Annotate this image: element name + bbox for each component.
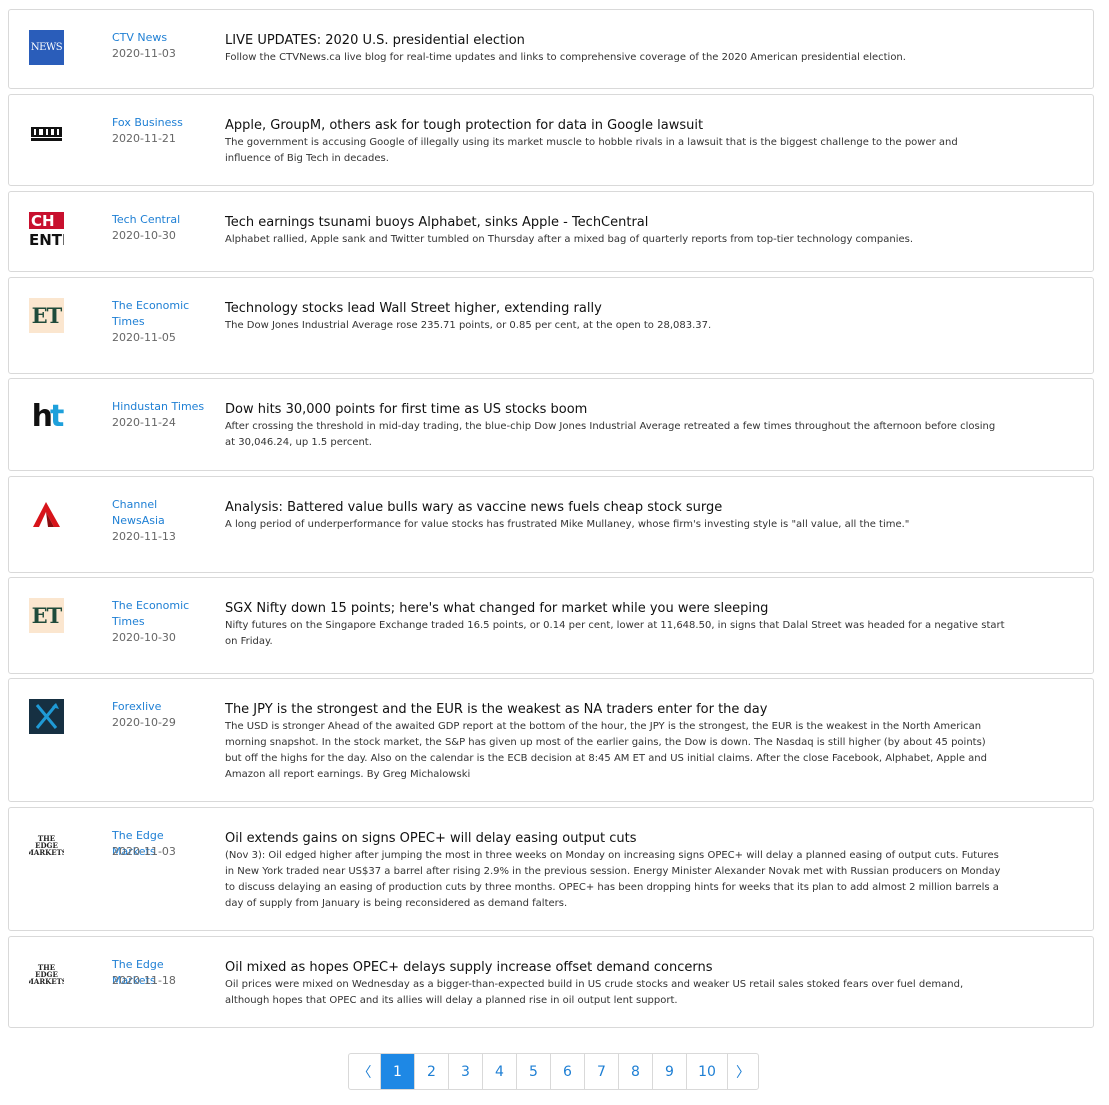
page-button-3[interactable]: 3 [448, 1054, 482, 1089]
news-description: Nifty futures on the Singapore Exchange … [225, 620, 1005, 647]
news-title-link[interactable]: Technology stocks lead Wall Street highe… [225, 300, 1005, 318]
news-description: A long period of underperformance for va… [225, 519, 910, 530]
page-button-1[interactable]: 1 [380, 1054, 414, 1089]
page-button-2[interactable]: 2 [414, 1054, 448, 1089]
page-button-5[interactable]: 5 [516, 1054, 550, 1089]
news-title-link[interactable]: Tech earnings tsunami buoys Alphabet, si… [225, 214, 1005, 232]
page-button-9[interactable]: 9 [652, 1054, 686, 1089]
news-description: (Nov 3): Oil edged higher after jumping … [225, 850, 1001, 909]
news-date: 2020-11-21 [112, 132, 176, 145]
news-title-link[interactable]: LIVE UPDATES: 2020 U.S. presidential ele… [225, 32, 1005, 50]
news-date: 2020-11-03 [112, 845, 176, 858]
news-description: The government is accusing Google of ill… [225, 137, 958, 164]
economic-times-logo-icon: ET [29, 598, 64, 633]
news-title-link[interactable]: Oil extends gains on signs OPEC+ will de… [225, 830, 1005, 848]
page-button-4[interactable]: 4 [482, 1054, 516, 1089]
news-date: 2020-11-03 [112, 47, 176, 60]
news-description: Oil prices were mixed on Wednesday as a … [225, 979, 964, 1006]
news-card: Forexlive 2020-10-29 The JPY is the stro… [8, 678, 1094, 802]
page-button-6[interactable]: 6 [550, 1054, 584, 1089]
news-source-link[interactable]: Forexlive [112, 699, 210, 715]
news-card: ht Hindustan Times 2020-11-24 Dow hits 3… [8, 378, 1094, 471]
news-card: NEWS CTV News 2020-11-03 LIVE UPDATES: 2… [8, 9, 1094, 89]
news-date: 2020-11-05 [112, 331, 176, 344]
news-source-link[interactable]: Hindustan Times [112, 399, 210, 415]
news-date: 2020-11-18 [112, 974, 176, 987]
news-card: Fox Business 2020-11-21 Apple, GroupM, o… [8, 94, 1094, 186]
the-edge-markets-logo-icon: THE EDGE MARKETS [29, 834, 64, 857]
channel-newsasia-logo-icon [29, 497, 64, 532]
news-title-link[interactable]: Analysis: Battered value bulls wary as v… [225, 499, 1005, 517]
news-source-link[interactable]: Fox Business [112, 115, 210, 131]
news-date: 2020-10-30 [112, 229, 176, 242]
news-date: 2020-11-13 [112, 530, 176, 543]
pagination: 〈 1 2 3 4 5 6 7 8 9 10 〉 [348, 1053, 759, 1090]
news-source-link[interactable]: The Economic Times [112, 298, 210, 330]
news-card: ET The Economic Times 2020-10-30 SGX Nif… [8, 577, 1094, 674]
news-title-link[interactable]: Oil mixed as hopes OPEC+ delays supply i… [225, 959, 1005, 977]
news-description: The USD is stronger Ahead of the awaited… [225, 721, 987, 780]
news-description: The Dow Jones Industrial Average rose 23… [225, 320, 712, 331]
news-card: THE EDGE MARKETS The Edge Markets 2020-1… [8, 807, 1094, 931]
news-title-link[interactable]: Apple, GroupM, others ask for tough prot… [225, 117, 1005, 135]
news-description: Alphabet rallied, Apple sank and Twitter… [225, 234, 914, 245]
news-source-link[interactable]: Channel NewsAsia [112, 497, 210, 529]
news-source-link[interactable]: CTV News [112, 30, 210, 46]
the-edge-markets-logo-icon: THE EDGE MARKETS [29, 963, 64, 986]
news-date: 2020-11-24 [112, 416, 176, 429]
news-title-link[interactable]: The JPY is the strongest and the EUR is … [225, 701, 1005, 719]
news-date: 2020-10-30 [112, 631, 176, 644]
news-card: THE EDGE MARKETS The Edge Markets 2020-1… [8, 936, 1094, 1028]
svg-text:CH: CH [31, 212, 55, 230]
hindustan-times-logo-icon: ht [31, 399, 64, 434]
news-date: 2020-10-29 [112, 716, 176, 729]
news-title-link[interactable]: SGX Nifty down 15 points; here's what ch… [225, 600, 1005, 618]
fox-business-logo-icon [29, 115, 64, 150]
tech-central-logo-icon: CH ENTR [29, 212, 64, 247]
news-description: Follow the CTVNews.ca live blog for real… [225, 52, 906, 63]
prev-page-button[interactable]: 〈 [349, 1054, 380, 1089]
page-button-7[interactable]: 7 [584, 1054, 618, 1089]
news-card: Channel NewsAsia 2020-11-13 Analysis: Ba… [8, 476, 1094, 573]
ctv-news-logo-icon: NEWS [29, 30, 64, 65]
news-card: ET The Economic Times 2020-11-05 Technol… [8, 277, 1094, 374]
page-button-8[interactable]: 8 [618, 1054, 652, 1089]
news-description: After crossing the threshold in mid-day … [225, 421, 996, 448]
news-title-link[interactable]: Dow hits 30,000 points for first time as… [225, 401, 1005, 419]
news-source-link[interactable]: The Economic Times [112, 598, 210, 630]
forexlive-logo-icon [29, 699, 64, 734]
economic-times-logo-icon: ET [29, 298, 64, 333]
page-button-10[interactable]: 10 [686, 1054, 727, 1089]
svg-text:ENTR: ENTR [29, 231, 64, 247]
news-source-link[interactable]: Tech Central [112, 212, 210, 228]
news-card: CH ENTR Tech Central 2020-10-30 Tech ear… [8, 191, 1094, 272]
next-page-button[interactable]: 〉 [727, 1054, 758, 1089]
